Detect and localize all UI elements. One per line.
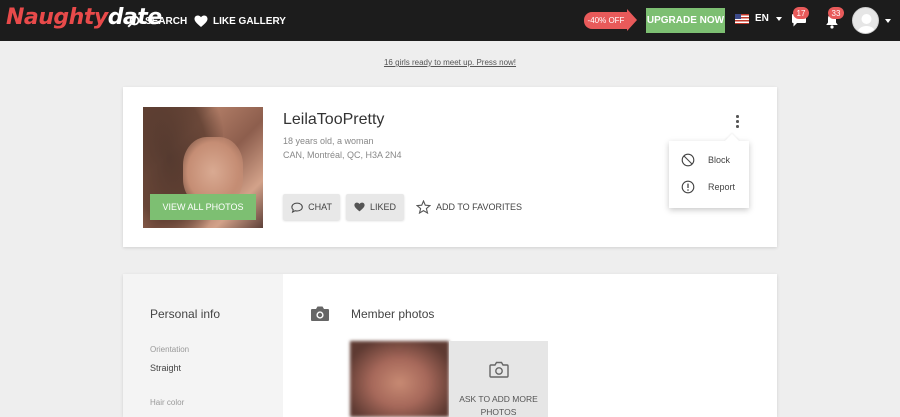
ask-to-add-photos-label: ASK TO ADD MORE PHOTOS: [459, 394, 538, 417]
language-label: EN: [755, 13, 769, 24]
nav-like-gallery[interactable]: LIKE GALLERY: [194, 12, 286, 30]
more-options-icon[interactable]: [732, 113, 742, 129]
profile-card: VIEW ALL PHOTOS LeilaTooPretty 18 years …: [123, 87, 777, 247]
add-to-favorites-button[interactable]: ADD TO FAVORITES: [416, 194, 522, 220]
discount-badge: -40% OFF: [584, 12, 628, 29]
messages-button[interactable]: 17: [791, 7, 809, 33]
notifications-button[interactable]: 33: [825, 7, 844, 34]
heart-icon: [354, 202, 365, 212]
liked-button[interactable]: LIKED: [346, 194, 404, 220]
camera-icon: [311, 306, 329, 321]
logo-text-naughty: Naughty: [6, 5, 108, 30]
heart-icon: [194, 15, 208, 27]
promo-link[interactable]: 16 girls ready to meet up. Press now!: [0, 58, 900, 67]
hair-color-label: Hair color: [150, 398, 185, 407]
messages-count-badge: 17: [793, 7, 809, 19]
chat-bubble-icon: [291, 202, 303, 213]
language-selector[interactable]: EN: [735, 13, 782, 24]
nav-like-gallery-label: LIKE GALLERY: [213, 15, 286, 27]
profile-age-gender: 18 years old, a woman: [283, 136, 374, 146]
user-silhouette-icon: [857, 14, 876, 33]
us-flag-icon: [735, 13, 749, 24]
add-to-favorites-label: ADD TO FAVORITES: [436, 202, 523, 212]
nav-search-label: SEARCH: [145, 15, 188, 27]
profile-details-card: Personal info Orientation Straight Hair …: [123, 274, 777, 417]
profile-username: LeilaTooPretty: [283, 111, 385, 128]
camera-icon: [489, 361, 509, 378]
notifications-count-badge: 33: [828, 7, 844, 19]
user-avatar[interactable]: [852, 7, 879, 34]
profile-location: CAN, Montréal, QC, H3A 2N4: [283, 150, 402, 160]
report-menu-item[interactable]: Report: [681, 180, 735, 194]
report-label: Report: [708, 182, 736, 192]
block-icon: [681, 153, 695, 167]
personal-info-title: Personal info: [150, 307, 221, 321]
chat-button[interactable]: CHAT: [283, 194, 340, 220]
member-photos-title: Member photos: [351, 307, 435, 321]
more-options-menu: Block Report: [669, 141, 749, 208]
block-label: Block: [708, 155, 731, 165]
member-photo-thumbnail[interactable]: [350, 341, 449, 417]
alert-circle-icon: [681, 180, 695, 194]
top-navigation-bar: Naughtydate SEARCH LIKE GALLERY -40% OFF…: [0, 0, 900, 41]
nav-search[interactable]: SEARCH: [127, 12, 187, 30]
upgrade-now-button[interactable]: UPGRADE NOW: [646, 8, 725, 33]
orientation-label: Orientation: [150, 345, 190, 354]
chevron-down-icon: [775, 16, 782, 21]
orientation-value: Straight: [150, 363, 182, 373]
star-icon: [416, 200, 431, 214]
personal-info-panel: Personal info Orientation Straight Hair …: [123, 274, 283, 417]
arrow-right-icon: [627, 9, 637, 31]
account-chevron-down-icon[interactable]: [885, 19, 891, 23]
ask-to-add-photos-button[interactable]: ASK TO ADD MORE PHOTOS: [449, 341, 548, 417]
block-menu-item[interactable]: Block: [681, 153, 730, 167]
search-icon: [127, 15, 140, 28]
view-all-photos-button[interactable]: VIEW ALL PHOTOS: [150, 194, 256, 220]
chat-button-label: CHAT: [308, 202, 332, 212]
liked-button-label: LIKED: [369, 202, 396, 212]
